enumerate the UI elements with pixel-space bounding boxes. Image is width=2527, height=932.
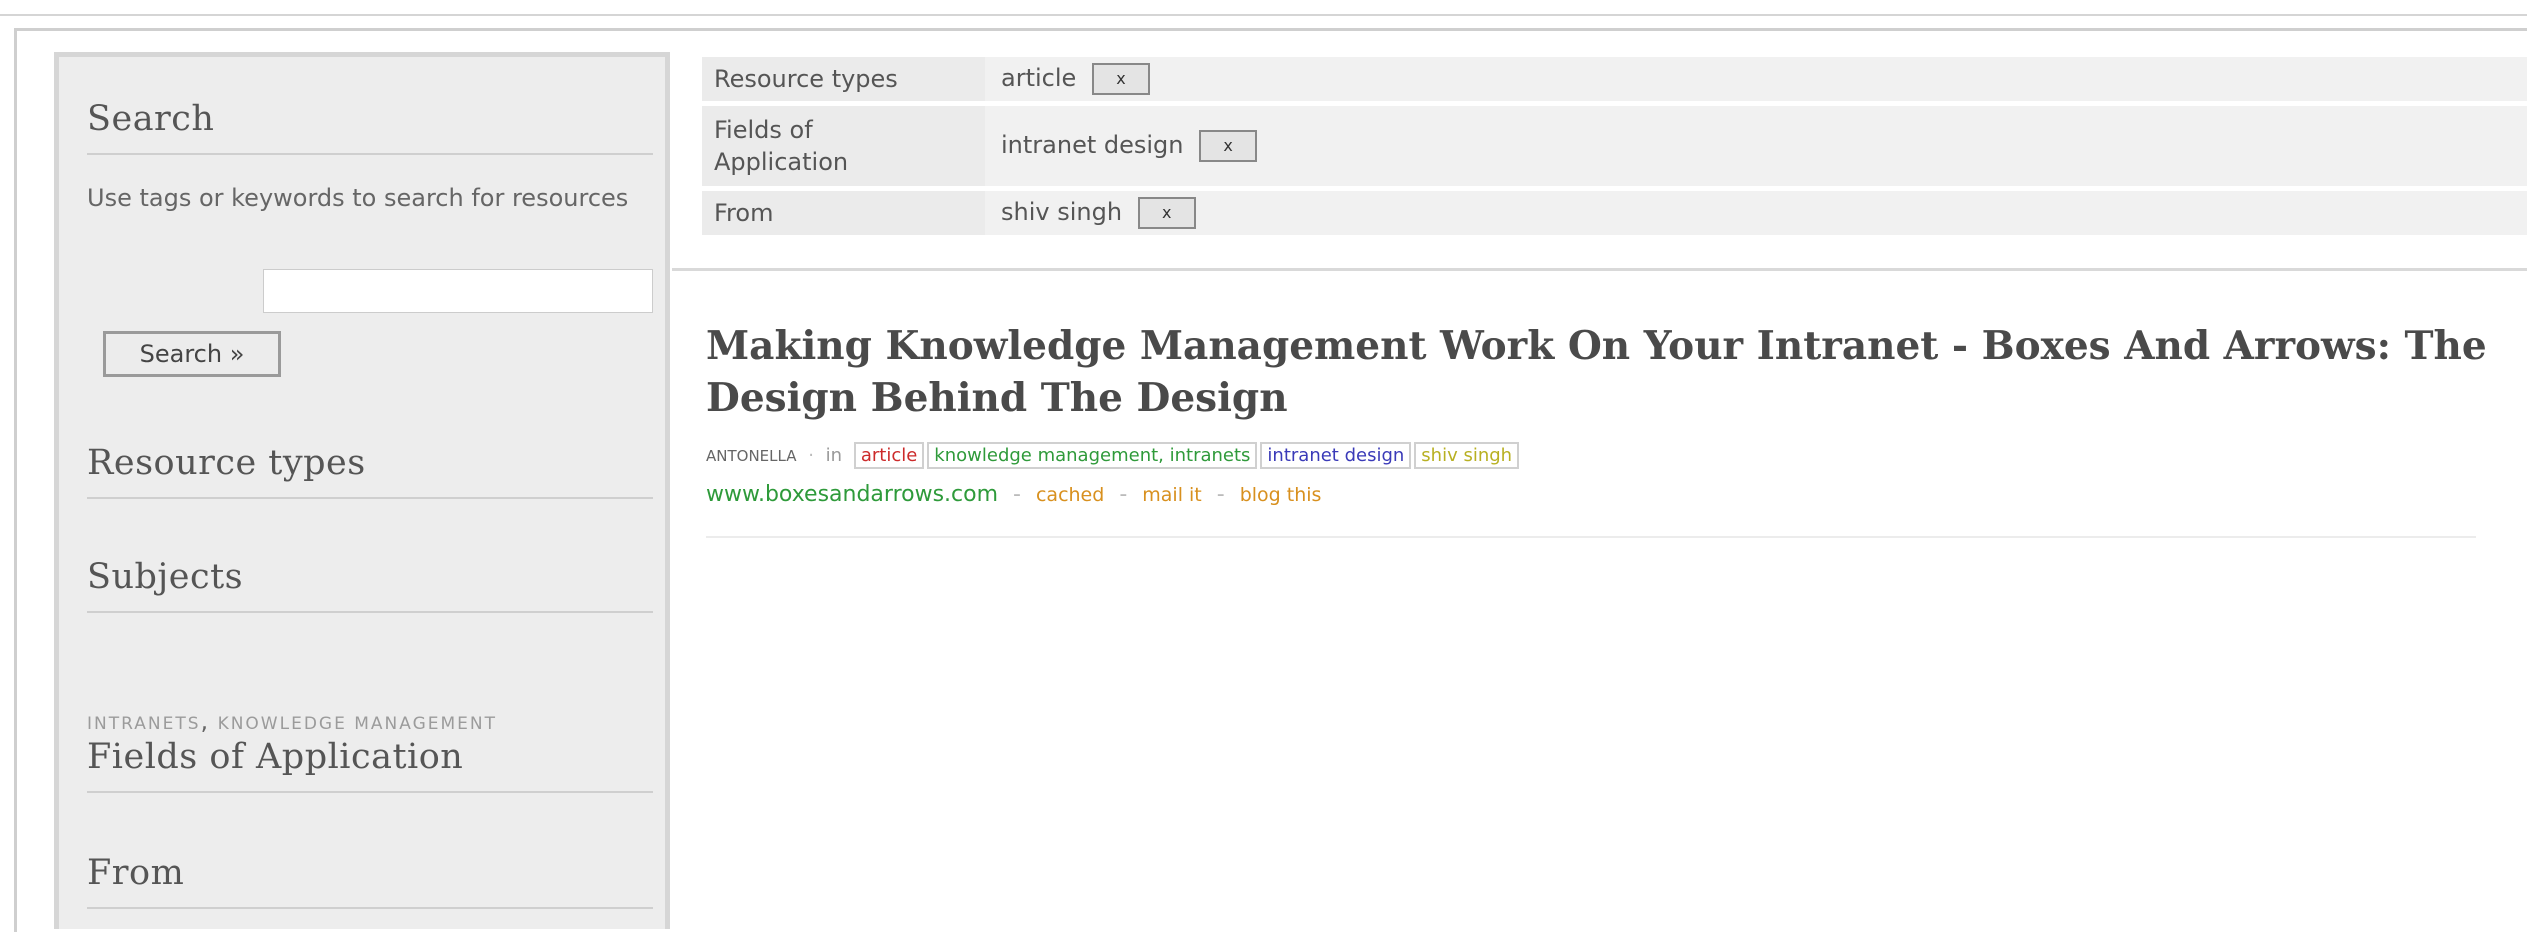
link-separator: - bbox=[1216, 482, 1225, 507]
tag-field-of-application[interactable]: intranet design bbox=[1260, 442, 1412, 469]
result-author[interactable]: ANTONELLA bbox=[706, 447, 796, 465]
resource-types-heading: Resource types bbox=[87, 443, 653, 499]
result-title-link[interactable]: Making Knowledge Management Work On Your… bbox=[706, 320, 2496, 424]
mail-it-link[interactable]: mail it bbox=[1142, 484, 1201, 506]
remove-filter-button[interactable]: x bbox=[1199, 130, 1258, 162]
filter-row-from: From shiv singh x bbox=[702, 191, 2527, 235]
filter-value: article bbox=[1001, 64, 1077, 92]
filter-label: From bbox=[702, 191, 985, 235]
filter-value: intranet design bbox=[1001, 131, 1184, 159]
filter-value: shiv singh bbox=[1001, 198, 1123, 226]
filter-value-cell: intranet design x bbox=[985, 106, 2527, 186]
link-separator: - bbox=[1013, 482, 1021, 507]
search-button[interactable]: Search » bbox=[103, 331, 281, 377]
in-label: in bbox=[825, 445, 843, 466]
fields-of-application-heading: Fields of Application bbox=[87, 737, 653, 793]
remove-filter-button[interactable]: x bbox=[1091, 63, 1150, 95]
filter-row-fields-of-application: Fields of Application intranet design x bbox=[702, 106, 2527, 186]
remove-filter-button[interactable]: x bbox=[1137, 197, 1196, 229]
tag-from[interactable]: shiv singh bbox=[1414, 442, 1520, 469]
content-divider bbox=[672, 268, 2527, 271]
subject-tag-intranets[interactable]: INTRANETS bbox=[87, 714, 201, 734]
blog-this-link[interactable]: blog this bbox=[1240, 484, 1322, 506]
filter-row-resource-types: Resource types article x bbox=[702, 57, 2527, 101]
sidebar: Search Use tags or keywords to search fo… bbox=[54, 52, 670, 929]
from-heading: From bbox=[87, 853, 653, 909]
filter-value-cell: shiv singh x bbox=[985, 191, 2527, 235]
filter-label: Resource types bbox=[702, 57, 985, 101]
search-input[interactable] bbox=[263, 269, 653, 313]
result-url-link[interactable]: www.boxesandarrows.com bbox=[706, 482, 998, 507]
meta-separator: · bbox=[808, 445, 814, 466]
cached-link[interactable]: cached bbox=[1036, 484, 1104, 506]
search-description: Use tags or keywords to search for resou… bbox=[87, 184, 629, 212]
filter-value-cell: article x bbox=[985, 57, 2527, 101]
subject-tag-list: INTRANETS, KNOWLEDGE MANAGEMENT bbox=[87, 707, 497, 735]
result-links: www.boxesandarrows.com - cached - mail i… bbox=[706, 482, 1321, 507]
search-heading: Search bbox=[87, 99, 653, 155]
filter-label-text: Fields of Application bbox=[714, 116, 849, 176]
subject-tag-knowledge-management[interactable]: KNOWLEDGE MANAGEMENT bbox=[218, 714, 497, 734]
browser-top-strip bbox=[0, 0, 2527, 16]
result-meta: ANTONELLA · in article knowledge manageme… bbox=[706, 442, 1522, 469]
link-separator: - bbox=[1119, 482, 1128, 507]
filter-label: Fields of Application bbox=[702, 106, 985, 186]
subject-tag-separator: , bbox=[200, 707, 211, 735]
tag-article[interactable]: article bbox=[853, 442, 925, 469]
result-divider bbox=[706, 536, 2476, 538]
tag-subjects[interactable]: knowledge management, intranets bbox=[927, 442, 1258, 469]
subjects-heading: Subjects bbox=[87, 557, 653, 613]
active-filters-table: Resource types article x Fields of Appli… bbox=[702, 52, 2527, 240]
